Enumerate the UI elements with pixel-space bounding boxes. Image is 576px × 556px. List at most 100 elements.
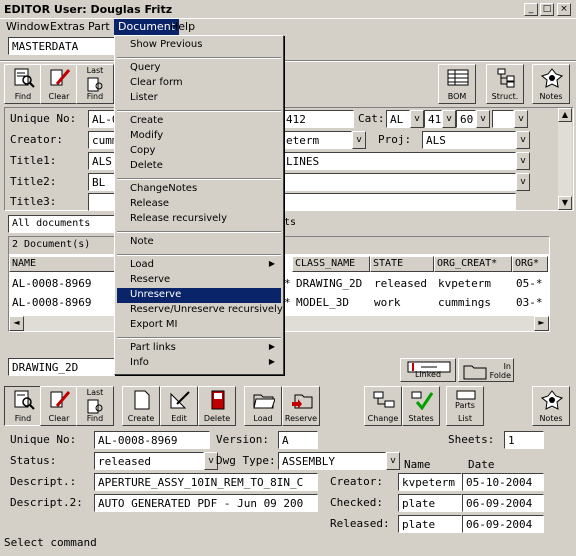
table-row-2-name[interactable]: AL-0008-8969	[12, 296, 91, 309]
col-header-state[interactable]: STATE	[370, 256, 434, 272]
doc-unique-field[interactable]: AL-0008-8969	[94, 431, 210, 449]
table-row-1-class[interactable]: DRAWING_2D	[296, 277, 362, 290]
change-button[interactable]: Change	[364, 386, 402, 426]
bom-button[interactable]: BOM	[438, 64, 476, 104]
col-header-org[interactable]: ORG*	[512, 256, 548, 272]
create-button[interactable]: Create	[122, 386, 160, 426]
checked-date-field[interactable]: 06-09-2004	[462, 494, 544, 512]
table-row-1-creator[interactable]: kvpeterm	[438, 277, 491, 290]
delete-button[interactable]: Delete	[198, 386, 236, 426]
menu-item-release[interactable]: Release	[117, 197, 281, 212]
sheets-field[interactable]: 1	[504, 431, 544, 449]
doc-last-find-button[interactable]: Last Find	[76, 386, 114, 426]
doc-creator-date-field[interactable]: 05-10-2004	[462, 473, 544, 491]
descript2-field[interactable]: AUTO GENERATED PDF - Jun 09 200	[94, 494, 318, 512]
doc-creator-name-field[interactable]: kvpeterm	[398, 473, 462, 491]
cat-field[interactable]: AL	[386, 110, 410, 128]
part-creator-field-rest[interactable]: eterm	[282, 131, 352, 149]
menu-item-unreserve[interactable]: Unreserve	[117, 288, 281, 303]
menu-item-load[interactable]: Load ▶	[117, 258, 281, 273]
title3-field-rest[interactable]	[282, 193, 516, 211]
dwg-type-field[interactable]: ASSEMBLY	[278, 452, 386, 470]
cat-num1-field[interactable]: 41	[424, 110, 442, 128]
title1-field-rest[interactable]: LINES	[282, 152, 516, 170]
table-row-2-class[interactable]: MODEL_3D	[296, 296, 349, 309]
menu-item-clear-form[interactable]: Clear form	[117, 76, 281, 91]
cat-num3-field[interactable]	[492, 110, 514, 128]
menu-item-release-recursively[interactable]: Release recursively	[117, 212, 281, 227]
part-find-button[interactable]: Find	[4, 64, 42, 104]
status-field[interactable]: released	[94, 452, 204, 470]
menu-extras[interactable]: Extras	[46, 19, 89, 35]
menu-item-create[interactable]: Create	[117, 114, 281, 129]
table-row-2-creator[interactable]: cummings	[438, 296, 491, 309]
menu-item-reserve-unreserve-recursively[interactable]: Reserve/Unreserve recursively	[117, 303, 283, 318]
col-header-creator[interactable]: ORG_CREAT*	[434, 256, 512, 272]
proj-field[interactable]: ALS	[422, 131, 516, 149]
menu-item-copy[interactable]: Copy	[117, 144, 281, 159]
menu-part[interactable]: Part	[84, 19, 114, 35]
menu-help[interactable]: Help	[166, 19, 199, 35]
part-form-scrollbar[interactable]	[558, 108, 572, 210]
linked-button[interactable]: Linked	[400, 358, 456, 382]
scroll-right-icon[interactable]: ►	[534, 316, 549, 331]
cat-num3-dropdown-icon[interactable]: v	[514, 110, 528, 128]
doc-class-field[interactable]: DRAWING_2D	[8, 358, 118, 376]
cat-num2-field[interactable]: 60	[456, 110, 476, 128]
infolder-button[interactable]: In Folde	[458, 358, 514, 382]
col-header-class[interactable]: CLASS_NAME	[292, 256, 370, 272]
cat-num2-dropdown-icon[interactable]: v	[476, 110, 490, 128]
table-row-2-org[interactable]: 03-*	[516, 296, 543, 309]
scroll-left-icon[interactable]: ◄	[9, 316, 24, 331]
minimize-icon[interactable]: _	[524, 3, 538, 16]
menu-item-modify[interactable]: Modify	[117, 129, 281, 144]
released-date-field[interactable]: 06-09-2004	[462, 515, 544, 533]
menu-item-changenotes[interactable]: ChangeNotes	[117, 182, 281, 197]
released-name-field[interactable]: plate	[398, 515, 462, 533]
part-last-find-button[interactable]: Last Find	[76, 64, 114, 104]
doc-find-button[interactable]: Find	[4, 386, 42, 426]
doc-notes-button[interactable]: Notes	[532, 386, 570, 426]
menu-item-delete[interactable]: Delete	[117, 159, 281, 174]
edit-button[interactable]: Edit	[160, 386, 198, 426]
menu-item-reserve[interactable]: Reserve	[117, 273, 281, 288]
doclist-filter-field[interactable]: All documents	[8, 215, 118, 233]
table-row-1-org[interactable]: 05-*	[516, 277, 543, 290]
part-mode-field[interactable]: MASTERDATA	[8, 37, 118, 55]
menu-item-lister[interactable]: Lister	[117, 91, 281, 106]
cat-dropdown-icon[interactable]: v	[410, 110, 424, 128]
col-header-name[interactable]: NAME	[9, 256, 115, 272]
table-row-1-state[interactable]: released	[374, 277, 427, 290]
close-icon[interactable]: ×	[557, 3, 571, 16]
menu-item-note[interactable]: Note	[117, 235, 281, 250]
maximize-icon[interactable]: □	[540, 3, 554, 16]
creator-dropdown-icon[interactable]: v	[352, 131, 366, 149]
title2-field-rest[interactable]	[282, 173, 516, 191]
struct-button[interactable]: Struct.	[486, 64, 524, 104]
table-row-2-state[interactable]: work	[374, 296, 401, 309]
proj-dropdown-icon[interactable]: v	[516, 131, 530, 149]
dwg-type-dropdown-icon[interactable]: v	[386, 452, 400, 470]
load-button[interactable]: Load	[244, 386, 282, 426]
table-row-1-name[interactable]: AL-0008-8969	[12, 277, 91, 290]
cat-num1-dropdown-icon[interactable]: v	[442, 110, 456, 128]
menu-item-query[interactable]: Query	[117, 61, 281, 76]
parts-list-button[interactable]: Parts List	[446, 386, 484, 426]
part-notes-button[interactable]: Notes	[532, 64, 570, 104]
scroll-down-icon[interactable]: ▼	[558, 196, 572, 210]
version-field[interactable]: A	[278, 431, 318, 449]
menu-item-export-mi[interactable]: Export MI	[117, 318, 281, 333]
title1-dropdown-icon[interactable]: v	[516, 152, 530, 170]
checked-name-field[interactable]: plate	[398, 494, 462, 512]
reserve-button[interactable]: Reserve	[282, 386, 320, 426]
title2-dropdown-icon[interactable]: v	[516, 173, 530, 191]
scroll-up-icon[interactable]: ▲	[558, 108, 572, 122]
descript-field[interactable]: APERTURE_ASSY_10IN_REM_TO_8IN_C	[94, 473, 318, 491]
menu-item-info[interactable]: Info ▶	[117, 356, 281, 371]
menu-item-show-previous[interactable]: Show Previous	[117, 38, 281, 53]
part-clear-button[interactable]: Clear	[40, 64, 78, 104]
states-button[interactable]: States	[402, 386, 440, 426]
menu-item-part-links[interactable]: Part links ▶	[117, 341, 281, 356]
part-unique-field-rest[interactable]: 412	[282, 110, 354, 128]
doc-clear-button[interactable]: Clear	[40, 386, 78, 426]
